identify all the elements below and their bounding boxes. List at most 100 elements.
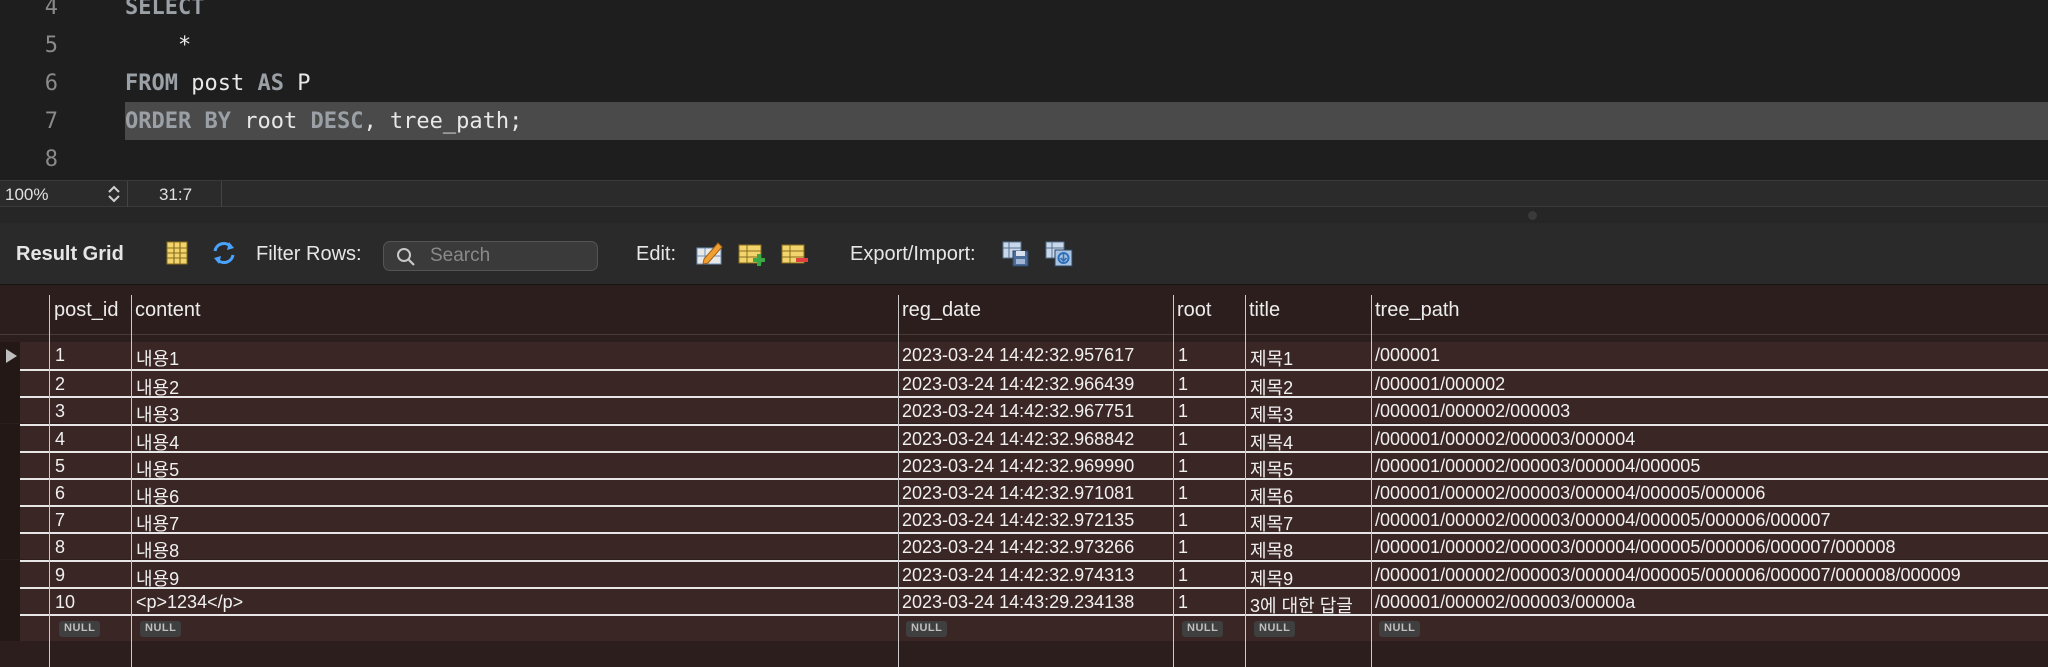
null-badge[interactable]: NULL	[1254, 621, 1296, 637]
cell-root[interactable]: 1	[1178, 456, 1188, 477]
cell-content[interactable]: <p>1234</p>	[136, 592, 243, 613]
row-selector[interactable]	[0, 369, 20, 397]
column-divider[interactable]	[1371, 295, 1372, 667]
cell-tree-path[interactable]: /000001/000002/000003	[1375, 401, 1570, 422]
table-row[interactable]: 9 내용9 2023-03-24 14:42:32.974313 1 제목9/00000…	[20, 559, 2048, 589]
cell-reg-date[interactable]: 2023-03-24 14:42:32.966439	[902, 374, 1134, 395]
table-row[interactable]: 10 <p>1234</p> 2023-03-24 14:43:29.234138 1…	[20, 586, 2048, 616]
cell-title[interactable]: 제목1	[1250, 345, 1293, 371]
cell-root[interactable]: 1	[1178, 510, 1188, 531]
row-selector[interactable]	[0, 423, 20, 451]
column-header-reg-date[interactable]: reg_date	[902, 299, 981, 322]
result-grid[interactable]: post_id content reg_date root title tree…	[0, 285, 2048, 667]
table-row[interactable]: 8 내용8 2023-03-24 14:42:32.973266 1 제목8/00000…	[20, 532, 2048, 561]
column-header-tree-path[interactable]: tree_path	[1375, 299, 1460, 322]
table-row[interactable]: 2 내용2 2023-03-24 14:42:32.966439 1 제목2/00000…	[20, 369, 2048, 398]
import-icon[interactable]	[1044, 238, 1074, 268]
code-line-5[interactable]: 5 *	[0, 26, 2048, 64]
cell-root[interactable]: 1	[1178, 592, 1188, 613]
edit-cell-icon[interactable]	[694, 238, 724, 268]
table-row[interactable]: 4 내용4 2023-03-24 14:42:32.968842 1 제목4/00000…	[20, 423, 2048, 453]
cell-reg-date[interactable]: 2023-03-24 14:42:32.969990	[902, 456, 1134, 477]
cell-reg-date[interactable]: 2023-03-24 14:42:32.971081	[902, 483, 1134, 504]
column-divider[interactable]	[898, 295, 899, 667]
code-line-7-selected[interactable]: 7 ORDER BY root DESC, tree_path;	[0, 102, 2048, 140]
cell-reg-date[interactable]: 2023-03-24 14:42:32.972135	[902, 510, 1134, 531]
column-header-root[interactable]: root	[1177, 299, 1211, 322]
cell-post-id[interactable]: 3	[55, 401, 65, 422]
cell-root[interactable]: 1	[1178, 483, 1188, 504]
code-line-8[interactable]: 8	[0, 140, 2048, 178]
cell-tree-path[interactable]: /000001/000002/000003/000004/000005/0000…	[1375, 483, 1765, 504]
filter-rows-search[interactable]	[383, 241, 598, 271]
cell-tree-path[interactable]: /000001/000002/000003/000004	[1375, 429, 1635, 450]
row-selector[interactable]	[0, 478, 20, 505]
delete-row-icon[interactable]	[780, 238, 810, 268]
table-row[interactable]: 6 내용6 2023-03-24 14:42:32.971081 1 제목6/00000…	[20, 478, 2048, 507]
table-row[interactable]: 7 내용7 2023-03-24 14:42:32.972135 1 제목7/00000…	[20, 505, 2048, 534]
cell-root[interactable]: 1	[1178, 429, 1188, 450]
cell-tree-path[interactable]: /000001/000002/000003/00000a	[1375, 592, 1635, 613]
row-selector[interactable]	[0, 342, 20, 369]
column-header-title[interactable]: title	[1249, 299, 1280, 322]
null-badge[interactable]: NULL	[906, 621, 948, 637]
cell-tree-path[interactable]: /000001/000002/000003/000004/000005	[1375, 456, 1700, 477]
row-selector[interactable]	[0, 559, 20, 587]
add-row-icon[interactable]	[737, 238, 767, 268]
cell-post-id[interactable]: 7	[55, 510, 65, 531]
zoom-select[interactable]: 100%	[0, 181, 128, 207]
row-selector[interactable]	[0, 614, 20, 641]
refresh-icon[interactable]	[209, 238, 239, 268]
cell-reg-date[interactable]: 2023-03-24 14:42:32.973266	[902, 537, 1134, 558]
column-divider[interactable]	[1245, 295, 1246, 667]
table-row[interactable]: 1 내용1 2023-03-24 14:42:32.957617 1 제목1/00000…	[20, 342, 2048, 369]
table-row[interactable]: 5 내용5 2023-03-24 14:42:32.969990 1 제목5/00000…	[20, 450, 2048, 480]
row-selector[interactable]	[0, 396, 20, 424]
cell-root[interactable]: 1	[1178, 401, 1188, 422]
null-badge[interactable]: NULL	[140, 621, 182, 637]
row-selector[interactable]	[0, 586, 20, 614]
column-divider[interactable]	[1173, 295, 1174, 667]
grid-view-icon[interactable]	[162, 238, 192, 268]
cell-reg-date[interactable]: 2023-03-24 14:42:32.967751	[902, 401, 1134, 422]
table-row[interactable]: 3 내용3 2023-03-24 14:42:32.967751 1 제목3/00000…	[20, 396, 2048, 425]
null-badge[interactable]: NULL	[59, 621, 101, 637]
null-badge[interactable]: NULL	[1182, 621, 1224, 637]
cell-root[interactable]: 1	[1178, 565, 1188, 586]
cell-post-id[interactable]: 4	[55, 429, 65, 450]
row-selector[interactable]	[0, 505, 20, 533]
cell-root[interactable]: 1	[1178, 537, 1188, 558]
export-icon[interactable]	[1001, 238, 1031, 268]
splitter-grip-icon[interactable]	[1528, 211, 1537, 220]
cell-tree-path[interactable]: /000001	[1375, 345, 1440, 366]
cell-reg-date[interactable]: 2023-03-24 14:42:32.968842	[902, 429, 1134, 450]
panel-splitter[interactable]	[0, 207, 2048, 223]
cell-reg-date[interactable]: 2023-03-24 14:43:29.234138	[902, 592, 1134, 613]
cell-reg-date[interactable]: 2023-03-24 14:42:32.957617	[902, 345, 1134, 366]
column-header-post-id[interactable]: post_id	[54, 299, 119, 322]
code-line-4[interactable]: 4 SELECT	[0, 0, 2048, 26]
cell-content[interactable]: 내용1	[136, 345, 179, 371]
cell-tree-path[interactable]: /000001/000002/000003/000004/000005/0000…	[1375, 510, 1830, 531]
cell-post-id[interactable]: 6	[55, 483, 65, 504]
cell-tree-path[interactable]: /000001/000002/000003/000004/000005/0000…	[1375, 565, 1961, 586]
column-divider[interactable]	[49, 295, 50, 667]
cell-post-id[interactable]: 1	[55, 345, 65, 366]
cell-post-id[interactable]: 9	[55, 565, 65, 586]
sql-editor[interactable]: 4 SELECT 5 * 6 FROM post AS P 7 ORDER BY…	[0, 0, 2048, 180]
row-selector[interactable]	[0, 450, 20, 478]
cell-reg-date[interactable]: 2023-03-24 14:42:32.974313	[902, 565, 1134, 586]
cell-post-id[interactable]: 5	[55, 456, 65, 477]
breakpoint-dot-icon[interactable]	[71, 0, 83, 1]
code-line-6[interactable]: 6 FROM post AS P	[0, 64, 2048, 102]
column-divider[interactable]	[131, 295, 132, 667]
cell-tree-path[interactable]: /000001/000002/000003/000004/000005/0000…	[1375, 537, 1896, 558]
null-badge[interactable]: NULL	[1379, 621, 1421, 637]
row-selector[interactable]	[0, 532, 20, 560]
cell-root[interactable]: 1	[1178, 374, 1188, 395]
cell-root[interactable]: 1	[1178, 345, 1188, 366]
column-header-content[interactable]: content	[135, 299, 201, 322]
search-input[interactable]	[430, 245, 590, 267]
cell-tree-path[interactable]: /000001/000002	[1375, 374, 1505, 395]
new-row[interactable]: NULL NULL NULL NULL NULL NULL	[20, 614, 2048, 641]
